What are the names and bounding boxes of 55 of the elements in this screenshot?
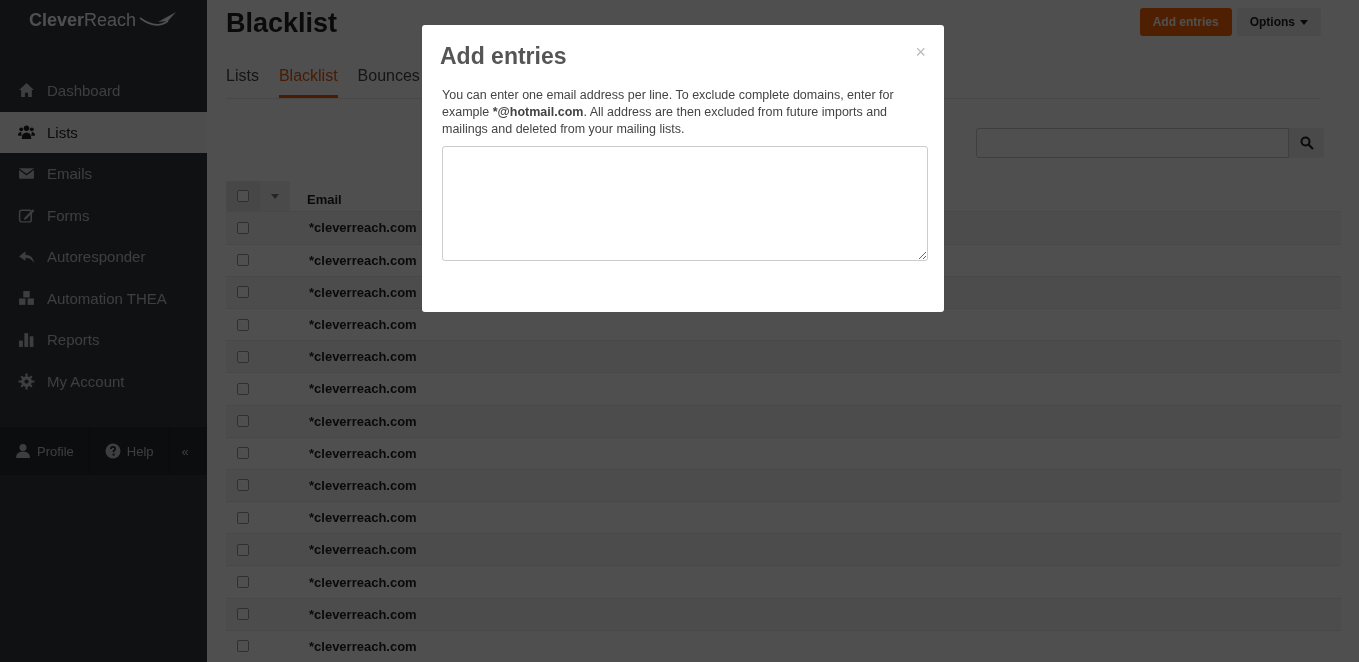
users-icon xyxy=(18,123,35,141)
entries-field[interactable] xyxy=(442,146,928,261)
row-checkbox[interactable] xyxy=(237,254,249,267)
row-checkbox[interactable] xyxy=(237,318,249,331)
logo: CleverReach xyxy=(28,10,137,31)
table-cell: *cleverreach.com xyxy=(309,542,417,558)
tab[interactable]: Blacklist xyxy=(278,57,338,98)
table-cell: *cleverreach.com xyxy=(309,349,417,365)
close-button[interactable]: × xyxy=(915,43,926,61)
collapse-button[interactable]: « xyxy=(169,427,189,475)
select-all-checkbox[interactable] xyxy=(237,190,249,203)
row-checkbox[interactable] xyxy=(237,415,249,428)
row-checkbox[interactable] xyxy=(237,350,249,363)
home-icon xyxy=(18,82,35,100)
table-cell: *cleverreach.com xyxy=(309,477,417,493)
modal-description: You can enter one email address per line. To exclude complete domains, enter for example *@hotmail.com. All address are then excluded from future imports and mailings and deleted from your mailing lists. xyxy=(441,87,895,138)
tab[interactable]: Lists xyxy=(226,57,259,98)
row-checkbox[interactable] xyxy=(237,447,249,460)
column-header: Email xyxy=(307,192,342,210)
tab[interactable]: Bounces xyxy=(357,57,420,98)
page-title: Blacklist xyxy=(226,8,338,39)
row-checkbox[interactable] xyxy=(237,382,249,395)
table-cell: *cleverreach.com xyxy=(309,638,417,654)
row-checkbox[interactable] xyxy=(237,543,249,556)
table-cell: *cleverreach.com xyxy=(309,606,417,622)
cubes-icon xyxy=(18,289,35,307)
table-cell: *cleverreach.com xyxy=(309,284,417,300)
search-icon xyxy=(1299,135,1314,150)
row-checkbox[interactable] xyxy=(237,479,249,492)
chart-icon xyxy=(18,331,35,349)
table-cell: *cleverreach.com xyxy=(309,317,417,333)
gear-icon xyxy=(18,372,35,390)
search-button[interactable] xyxy=(1289,127,1324,158)
table-cell: *cleverreach.com xyxy=(309,381,417,397)
row-checkbox[interactable] xyxy=(237,640,249,653)
table-cell: *cleverreach.com xyxy=(309,510,417,526)
table-cell: *cleverreach.com xyxy=(309,445,417,461)
user-icon xyxy=(15,443,31,459)
modal-title: Add entries xyxy=(440,43,567,70)
caret-icon xyxy=(1300,19,1308,25)
options-button[interactable]: Options xyxy=(1236,8,1321,36)
help-icon xyxy=(104,443,121,459)
row-checkbox[interactable] xyxy=(237,608,249,621)
caret-icon xyxy=(271,193,279,199)
sidebar-item[interactable]: Lists xyxy=(0,111,207,153)
row-checkbox[interactable] xyxy=(237,286,249,299)
table-cell: *cleverreach.com xyxy=(309,252,417,268)
row-checkbox[interactable] xyxy=(237,511,249,524)
row-checkbox[interactable] xyxy=(237,576,249,589)
edit-icon xyxy=(18,206,35,224)
table-cell: *cleverreach.com xyxy=(309,220,417,236)
row-checkbox[interactable] xyxy=(237,221,249,234)
add-entries-button[interactable]: Add entries xyxy=(1139,8,1232,36)
table-cell: *cleverreach.com xyxy=(309,574,417,590)
table-cell: *cleverreach.com xyxy=(309,413,417,429)
